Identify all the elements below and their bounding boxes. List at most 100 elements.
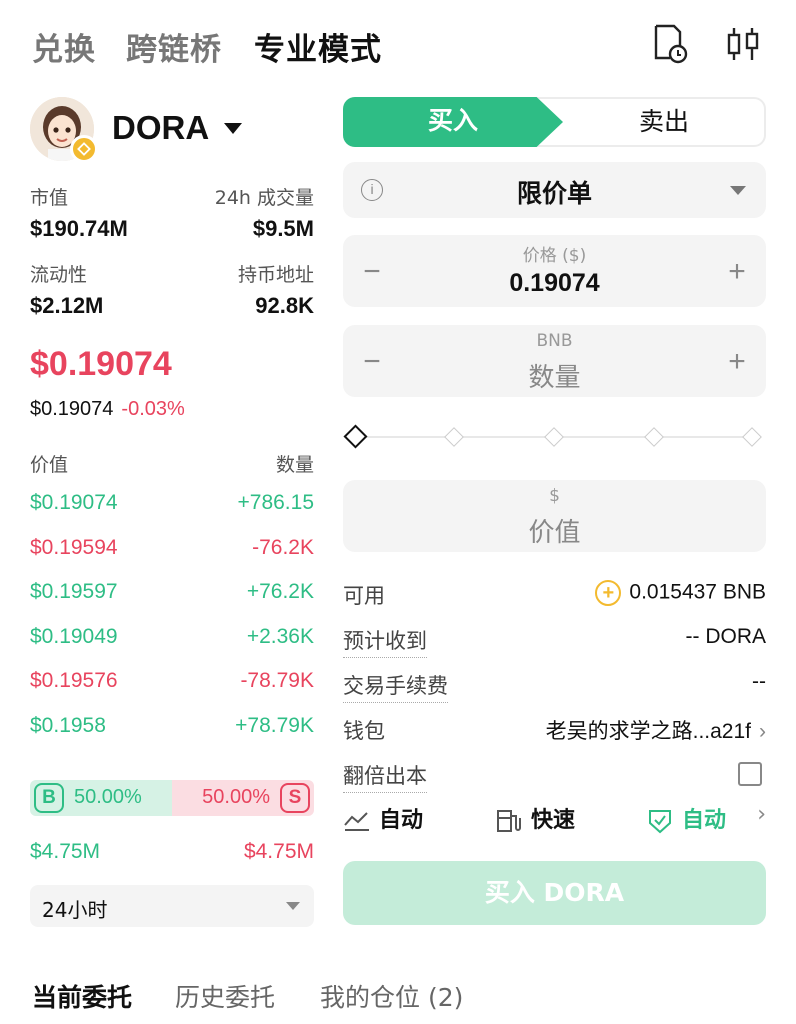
liquidity-value: $2.12M [30,293,104,318]
double-principal-checkbox[interactable] [738,762,762,786]
orderbook-price: $0.19576 [30,669,118,693]
sell-volume: $4.75M [243,840,314,863]
orderbook-price: $0.19597 [30,580,118,604]
tab-open-orders[interactable]: 当前委托 [32,978,132,1014]
quantity-input[interactable]: 数量 [343,357,766,394]
orderbook-price: $0.19594 [30,535,118,559]
candlestick-chart-icon[interactable] [724,22,764,66]
amount-slider[interactable] [343,424,766,449]
sell-badge: S [280,783,310,813]
holders-label: 持币地址 [237,264,314,286]
slippage-icon [344,812,369,831]
plus-icon[interactable]: + [722,255,752,289]
orderbook-qty: +786.15 [237,491,315,514]
available-label: 可用 [343,584,385,608]
price-stepper[interactable]: − 价格 ($) 0.19074 + [343,235,766,307]
slider-step-50[interactable] [544,427,564,447]
fee-value: -- [752,670,766,693]
orderbook-price: $0.1958 [30,714,106,737]
price-sub: $0.19074 -0.03% [30,398,185,421]
buy-tab[interactable]: 买入 [343,97,563,147]
orderbook-row: $0.19594 -76.2K [30,536,314,566]
value-unit: $ [549,486,560,506]
fee-label[interactable]: 交易手续费 [343,670,448,703]
slider-step-100[interactable] [742,427,762,447]
double-principal-label[interactable]: 翻倍出本 [343,760,427,793]
market-cap-value: $190.74M [30,216,128,241]
gas-pump-icon [497,810,521,832]
buy-sell-toggle: 买入 卖出 [343,97,766,147]
tab-bridge[interactable]: 跨链桥 [126,24,222,69]
available-value: 0.015437 BNB [629,580,766,604]
period-selected: 24小时 [42,898,108,922]
wallet-value: 老吴的求学之路...a21f [545,720,751,743]
orderbook-row: $0.19597 +76.2K [30,580,314,610]
caret-down-icon [224,123,242,134]
quantity-stepper[interactable]: − BNB 数量 + [343,325,766,397]
orderbook-row: $0.19049 +2.36K [30,625,314,655]
token-selector[interactable]: DORA [30,95,314,165]
mev-protection-option[interactable]: 自动 [646,802,726,835]
orderbook-qty: +78.79K [235,714,314,737]
liquidity-label: 流动性 [30,264,88,286]
tab-pro-mode[interactable]: 专业模式 [254,24,382,69]
buy-percent: 50.00% [74,786,142,808]
price-change: -0.03% [121,398,185,420]
tab-swap[interactable]: 兑换 [32,24,96,69]
wallet-label: 钱包 [343,719,385,743]
wallet-row[interactable]: 钱包 老吴的求学之路...a21f › [343,715,766,745]
order-type-value: 限价单 [516,179,592,208]
orderbook-price: $0.19049 [30,624,118,648]
fee-row: 交易手续费 -- [343,670,766,703]
slider-step-25[interactable] [444,427,464,447]
slippage-option[interactable]: 自动 [343,802,423,834]
orderbook-qty: +76.2K [246,580,314,604]
orderbook-row: $0.19074 +786.15 [30,491,314,521]
period-select[interactable]: 24小时 [30,885,314,927]
buy-sell-ratio-bar: B 50.00% 50.00% S [30,780,314,816]
order-type-select[interactable]: i 限价单 [343,162,766,218]
market-cap-label: 市值 [30,187,69,209]
slider-step-75[interactable] [644,427,664,447]
orderbook-price-header: 价值 [30,454,69,476]
buy-badge: B [34,783,64,813]
price-input[interactable]: 0.19074 [343,269,766,298]
chevron-right-icon: › [759,720,766,743]
expected-label[interactable]: 预计收到 [343,625,427,658]
value-input[interactable]: 价值 [343,512,766,549]
value-input-box[interactable]: $ 价值 [343,480,766,552]
expected-value: -- DORA [685,625,767,648]
shield-check-icon [649,810,671,834]
chevron-right-icon[interactable]: › [757,802,766,827]
holders-value: 92.8K [255,293,314,318]
orderbook-row: $0.19576 -78.79K [30,669,314,699]
orderbook-row: $0.1958 +78.79K [30,714,314,744]
available-row: 可用 +0.015437 BNB [343,580,766,610]
trade-options: 自动 快速 自动 › [343,800,766,836]
price-caption: 价格 ($) [522,246,587,266]
tab-positions[interactable]: 我的仓位 (2) [320,978,463,1014]
quantity-unit: BNB [536,331,573,351]
double-principal-row: 翻倍出本 [343,760,766,793]
buy-submit-button[interactable]: 买入 DORA [343,861,766,925]
slider-handle[interactable] [343,424,368,449]
top-nav: 兑换 跨链桥 专业模式 [0,0,796,90]
price-usd: $0.19074 [30,398,114,420]
order-history-icon[interactable] [650,22,690,66]
orderbook-qty: +2.36K [246,624,314,648]
plus-icon[interactable]: + [722,345,752,379]
sell-percent: 50.00% [202,786,270,808]
gas-speed-option[interactable]: 快速 [495,802,575,834]
tab-order-history[interactable]: 历史委托 [175,978,275,1014]
orderbook-qty: -78.79K [240,669,314,693]
slippage-label: 自动 [379,808,424,833]
sell-tab[interactable]: 卖出 [564,99,764,145]
dropdown-triangle-icon [730,186,746,195]
orderbook-price: $0.19074 [30,491,118,514]
expected-row: 预计收到 -- DORA [343,625,767,658]
buy-volume: $4.75M [30,840,101,863]
orderbook-qty: -76.2K [252,535,314,559]
orderbook-qty-header: 数量 [275,454,314,476]
add-funds-icon[interactable]: + [595,580,622,606]
token-symbol: DORA [112,109,210,146]
